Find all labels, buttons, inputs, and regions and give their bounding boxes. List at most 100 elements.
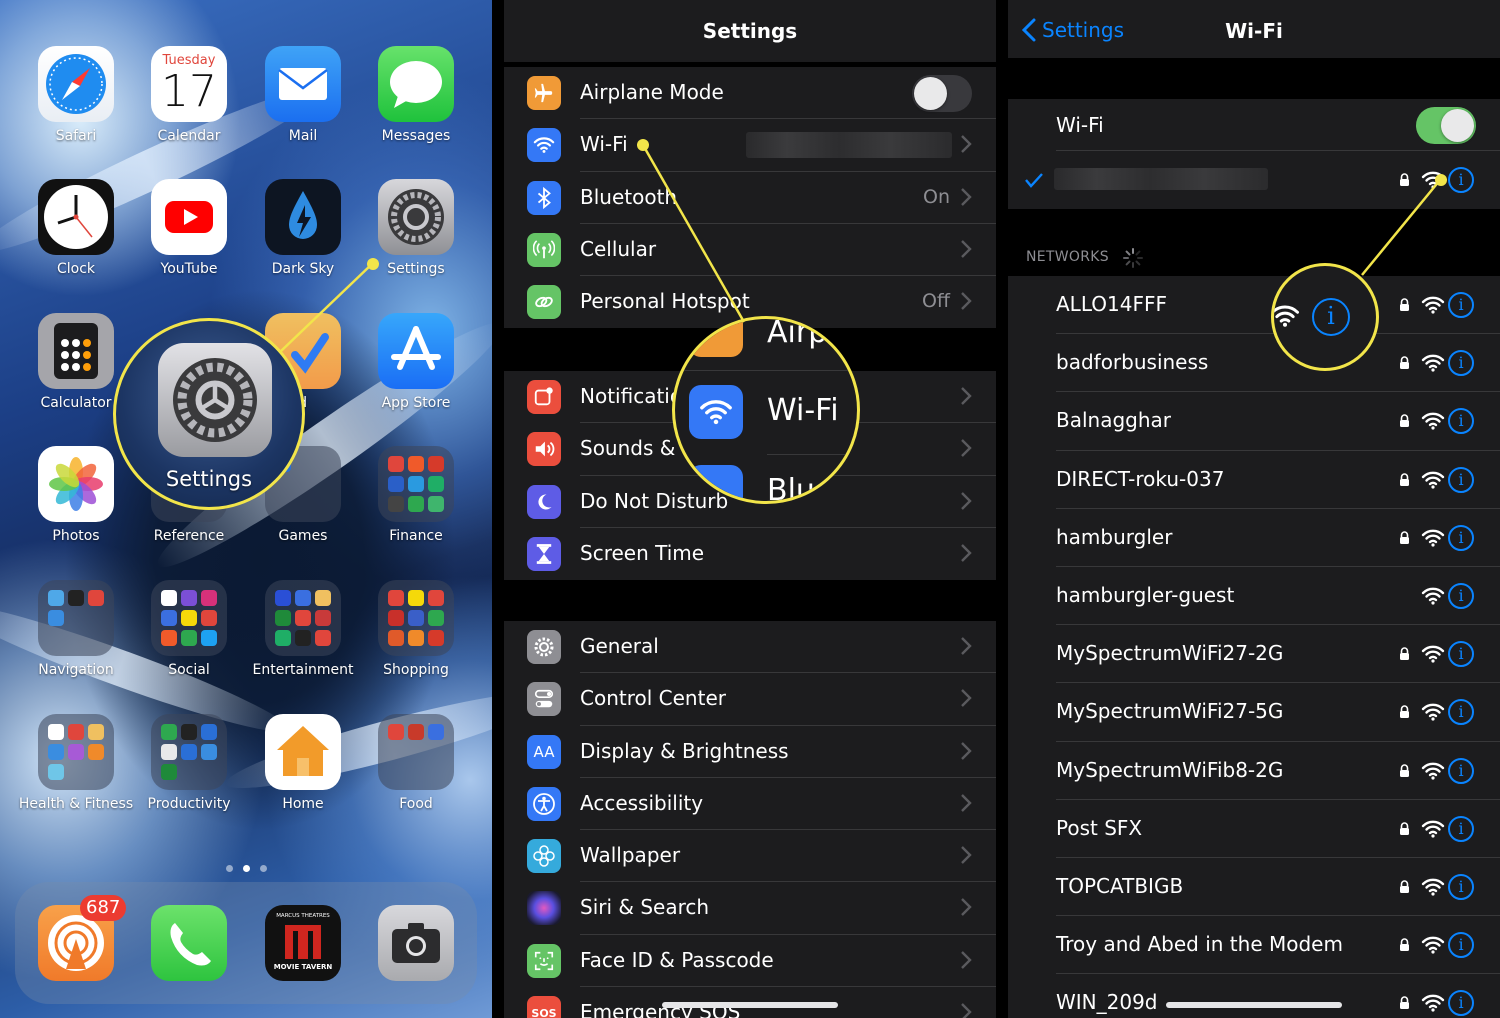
network-name: Post SFX	[1056, 815, 1143, 840]
app-label-reference: Reference	[153, 528, 225, 544]
network-row[interactable]: MySpectrumWiFi27-2G i	[1008, 625, 1500, 684]
chevron-right-icon	[961, 187, 972, 206]
wifi-signal-icon	[1274, 305, 1299, 327]
settings-app-icon[interactable]	[378, 179, 454, 255]
settings-row-airplane-mode[interactable]: Airplane Mode	[504, 67, 996, 120]
accessibility-icon	[527, 786, 561, 821]
settings-nav-bar: Settings	[504, 0, 996, 62]
settings-row-accessibility[interactable]: Accessibility	[504, 778, 996, 831]
settings-row-cellular[interactable]: Cellular	[504, 224, 996, 277]
network-row[interactable]: hamburgler i	[1008, 508, 1500, 567]
settings-row-wifi[interactable]: Wi-Fi	[504, 119, 996, 172]
settings-row-screen-time[interactable]: Screen Time	[504, 528, 996, 580]
settings-row-label: Airplane Mode	[580, 80, 724, 104]
settings-row-label: Accessibility	[580, 790, 704, 815]
hotspot-icon	[527, 285, 561, 320]
social-folder[interactable]	[151, 580, 227, 656]
home-screen: Safari Tuesday 17 Calendar Mail Messages…	[0, 0, 492, 1018]
settings-row-wallpaper[interactable]: Wallpaper	[504, 830, 996, 883]
network-name: ALLO14FFF	[1056, 292, 1167, 316]
info-button[interactable]: i	[1448, 167, 1474, 193]
airplane-mode-toggle[interactable]	[912, 75, 972, 112]
network-row[interactable]: Post SFX i	[1008, 799, 1500, 858]
lock-icon	[1400, 647, 1409, 661]
dark-sky-app-icon[interactable]	[265, 179, 341, 255]
page-dot-active[interactable]	[243, 865, 250, 872]
info-button[interactable]: i	[1448, 815, 1474, 842]
info-button[interactable]: i	[1448, 524, 1474, 551]
network-row[interactable]: hamburgler-guest i	[1008, 567, 1500, 626]
wifi-toggle[interactable]	[1416, 107, 1476, 144]
network-row[interactable]: DIRECT-roku-037 i	[1008, 450, 1500, 509]
info-button[interactable]: i	[1448, 990, 1474, 1017]
wifi-row-magnifier-callout: Airp Wi-Fi Blu	[672, 316, 860, 504]
photos-app-icon[interactable]	[38, 446, 114, 522]
info-button[interactable]: i	[1448, 583, 1474, 609]
settings-row-siri-search[interactable]: Siri & Search	[504, 882, 996, 935]
info-button[interactable]: i	[1448, 699, 1474, 726]
settings-row-bluetooth[interactable]: Bluetooth On	[504, 172, 996, 224]
page-dot[interactable]	[260, 865, 267, 872]
wifi-toggle-row: Wi-Fi	[1008, 99, 1500, 151]
food-folder[interactable]	[378, 714, 454, 790]
hourglass-icon	[527, 536, 561, 571]
settings-row-control-center[interactable]: Control Center	[504, 673, 996, 726]
phone-app-icon[interactable]	[151, 905, 227, 981]
app-label-health-fitness: Health & Fitness	[18, 796, 134, 812]
health-fitness-folder[interactable]	[38, 714, 114, 790]
youtube-app-icon[interactable]	[151, 179, 227, 255]
network-row[interactable]: ALLO14FFF i	[1008, 276, 1500, 335]
info-button[interactable]: i	[1448, 932, 1474, 959]
settings-row-display-brightness[interactable]: AA Display & Brightness	[504, 726, 996, 778]
chevron-right-icon	[961, 439, 972, 458]
network-row[interactable]: badforbusiness i	[1008, 334, 1500, 393]
info-button[interactable]: i	[1448, 350, 1474, 377]
info-button[interactable]: i	[1448, 292, 1474, 318]
network-row[interactable]: TOPCATBIGB i	[1008, 858, 1500, 917]
settings-row-value: On	[923, 185, 950, 208]
camera-app-icon[interactable]	[378, 905, 454, 981]
home-indicator[interactable]	[1166, 1002, 1342, 1008]
lock-icon	[1400, 472, 1409, 486]
airplane-icon	[527, 76, 561, 110]
info-button[interactable]: i	[1448, 466, 1474, 493]
home-app-icon[interactable]	[265, 714, 341, 790]
safari-app-icon[interactable]	[38, 46, 114, 122]
movie-tavern-app-icon[interactable]: MARCUS THEATRES MOVIE TAVERN	[265, 905, 341, 981]
settings-row-general[interactable]: General	[504, 621, 996, 674]
connected-network-row[interactable]: i	[1008, 151, 1500, 210]
shopping-folder[interactable]	[378, 580, 454, 656]
productivity-folder[interactable]	[151, 714, 227, 790]
settings-magnified-label: Settings	[165, 467, 253, 491]
app-store-app-icon[interactable]	[378, 313, 454, 389]
messages-app-icon[interactable]	[378, 46, 454, 122]
finance-folder[interactable]	[378, 446, 454, 522]
wifi-icon	[689, 385, 743, 439]
app-label-social: Social	[168, 662, 210, 678]
wifi-signal-icon	[1421, 878, 1445, 896]
entertainment-folder[interactable]	[265, 580, 341, 656]
settings-row-face-id-passcode[interactable]: Face ID & Passcode	[504, 935, 996, 988]
settings-row-label: Siri & Search	[580, 895, 710, 920]
settings-row-label: General	[580, 634, 659, 658]
app-label-food: Food	[399, 796, 433, 812]
info-button[interactable]: i	[1448, 641, 1474, 668]
info-button[interactable]: i	[1448, 408, 1474, 435]
chevron-right-icon	[961, 689, 972, 708]
page-dot[interactable]	[226, 865, 233, 872]
network-row[interactable]: MySpectrumWiFi27-5G i	[1008, 683, 1500, 742]
clock-app-icon[interactable]	[38, 179, 114, 255]
network-row[interactable]: Troy and Abed in the Modem i	[1008, 916, 1500, 975]
home-indicator[interactable]	[662, 1002, 838, 1008]
navigation-folder[interactable]	[38, 580, 114, 656]
info-button[interactable]: i	[1448, 757, 1474, 784]
network-row[interactable]: MySpectrumWiFib8-2G i	[1008, 741, 1500, 800]
wifi-signal-icon	[1421, 171, 1445, 189]
info-button[interactable]: i	[1448, 874, 1474, 900]
network-row[interactable]: WIN_209d i	[1008, 974, 1500, 1018]
network-row[interactable]: Balnagghar i	[1008, 392, 1500, 451]
calendar-app-icon[interactable]: Tuesday 17	[151, 46, 227, 122]
calculator-app-icon[interactable]	[38, 313, 114, 389]
lock-icon	[1400, 705, 1409, 719]
mail-app-icon[interactable]	[265, 46, 341, 122]
